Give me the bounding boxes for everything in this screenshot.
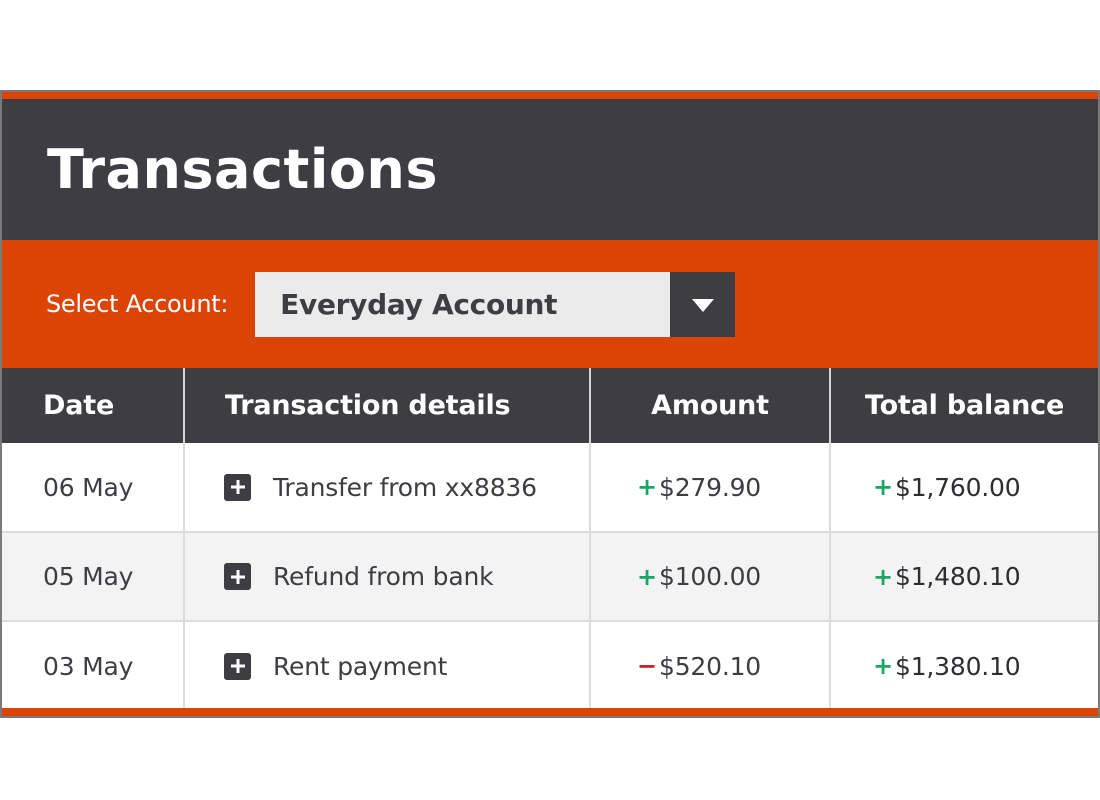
bottom-accent-bar — [2, 708, 1098, 716]
positive-sign-icon: + — [873, 652, 893, 680]
credit-sign-icon: + — [637, 473, 657, 501]
debit-sign-icon: − — [637, 652, 657, 680]
plus-icon[interactable] — [224, 563, 251, 590]
plus-icon[interactable] — [224, 652, 251, 680]
account-dropdown-value[interactable]: Everyday Account — [255, 271, 671, 337]
transaction-description: Rent payment — [273, 651, 448, 681]
amount-value: $279.90 — [659, 472, 761, 502]
amount-value: $100.00 — [659, 562, 761, 591]
column-header-balance: Total balance — [829, 368, 1098, 443]
column-header-details: Transaction details — [183, 368, 590, 443]
amount-cell: + $100.00 — [589, 531, 830, 621]
account-dropdown-toggle[interactable] — [670, 271, 736, 337]
details-cell: Refund from bank — [183, 531, 590, 621]
balance-value: $1,480.10 — [895, 562, 1021, 591]
account-select-bar: Select Account: Everyday Account — [2, 240, 1098, 368]
balance-cell: + $1,480.10 — [829, 531, 1098, 621]
details-cell: Transfer from xx8836 — [183, 443, 590, 532]
select-account-label: Select Account: — [46, 290, 229, 318]
date-cell: 05 May — [2, 531, 184, 621]
page-title: Transactions — [47, 138, 439, 201]
plus-icon[interactable] — [224, 473, 251, 501]
account-dropdown[interactable]: Everyday Account — [255, 271, 736, 337]
top-accent-bar — [2, 92, 1098, 99]
transactions-table: Date Transaction details Amount Total ba… — [2, 368, 1098, 710]
transaction-description: Transfer from xx8836 — [273, 472, 537, 502]
table-row: 03 May Rent payment − $520.10 + $1,380.1… — [2, 620, 1098, 710]
date-cell: 06 May — [43, 472, 134, 502]
caret-down-icon — [691, 299, 714, 312]
transaction-description: Refund from bank — [273, 562, 494, 591]
details-cell: Rent payment — [183, 620, 590, 710]
balance-value: $1,380.10 — [895, 651, 1021, 681]
amount-cell: − $520.10 — [589, 620, 830, 710]
amount-cell: + $279.90 — [589, 443, 830, 532]
amount-value: $520.10 — [659, 651, 761, 681]
positive-sign-icon: + — [873, 562, 893, 591]
positive-sign-icon: + — [873, 473, 893, 501]
column-header-amount: Amount — [589, 368, 830, 443]
date-cell: 03 May — [2, 620, 184, 710]
balance-cell: + $1,380.10 — [829, 620, 1098, 710]
table-header-row: Date Transaction details Amount Total ba… — [2, 368, 1098, 443]
balance-value: $1,760.00 — [895, 472, 1021, 502]
credit-sign-icon: + — [637, 562, 657, 591]
transactions-panel: Transactions Select Account: Everyday Ac… — [0, 90, 1100, 718]
column-header-date: Date — [2, 368, 184, 443]
table-row: 06 May Transfer from xx8836 + $279.90 + — [2, 443, 1098, 532]
balance-cell: + $1,760.00 — [829, 443, 1098, 532]
header-bar: Transactions — [2, 99, 1098, 240]
table-row: 05 May Refund from bank + $100.00 + $1,4… — [2, 531, 1098, 621]
